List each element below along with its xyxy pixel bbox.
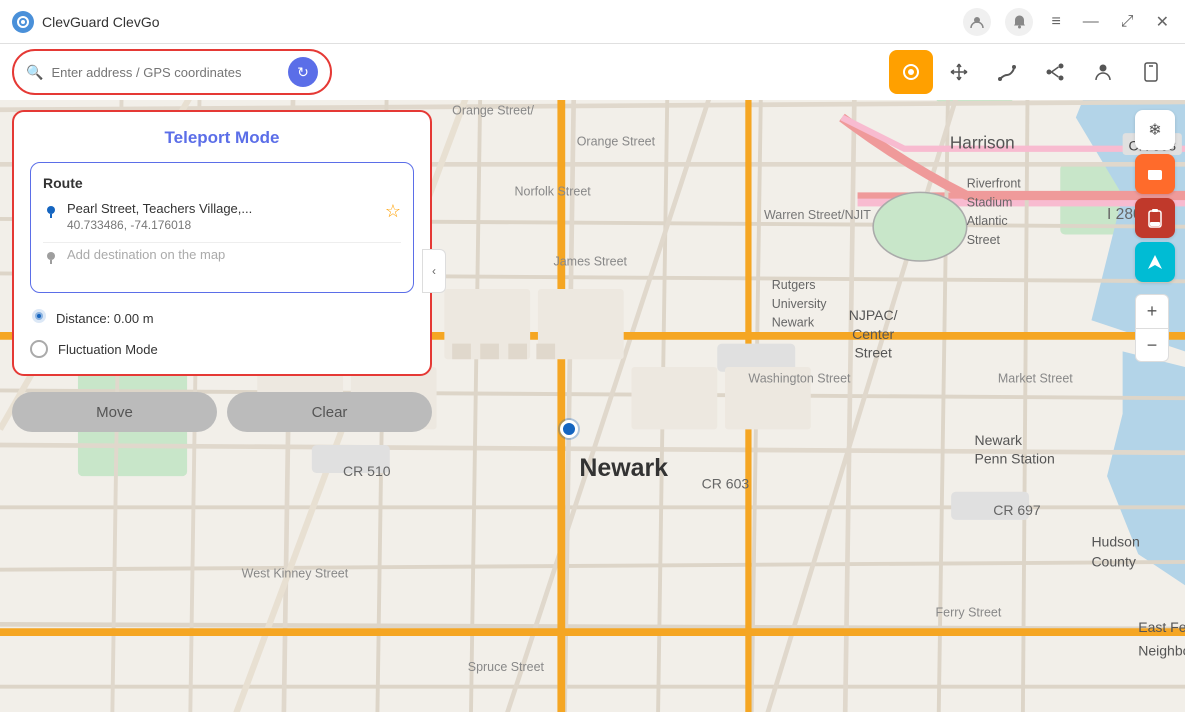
svg-text:Neighbor: Neighbor	[1138, 642, 1185, 658]
origin-address: Pearl Street, Teachers Village,...	[67, 201, 377, 216]
favorite-star[interactable]: ☆	[385, 201, 401, 222]
teleport-title: Teleport Mode	[30, 128, 414, 148]
hamburger-menu[interactable]: ≡	[1047, 11, 1064, 33]
svg-text:East Ferry: East Ferry	[1138, 619, 1185, 635]
distance-row: Distance: 0.00 m	[30, 307, 414, 330]
svg-text:Street: Street	[854, 345, 891, 361]
svg-text:Penn Station: Penn Station	[975, 451, 1055, 467]
navigation-tool[interactable]	[1135, 242, 1175, 282]
distance-text: Distance: 0.00 m	[56, 311, 154, 326]
close-button[interactable]: ✕	[1152, 10, 1173, 34]
fluctuation-checkbox[interactable]	[30, 340, 48, 358]
fluctuation-label: Fluctuation Mode	[58, 342, 158, 357]
svg-text:Riverfront: Riverfront	[967, 177, 1022, 191]
teleport-panel: Teleport Mode Route Pearl Street, Teache…	[12, 110, 432, 376]
left-panel: Teleport Mode Route Pearl Street, Teache…	[12, 110, 432, 432]
move-button[interactable]: Move	[12, 392, 217, 432]
svg-text:Spruce Street: Spruce Street	[468, 660, 545, 674]
person-icon-button[interactable]	[1081, 50, 1125, 94]
origin-text: Pearl Street, Teachers Village,... 40.73…	[67, 201, 377, 232]
teleport-mode-button[interactable]	[889, 50, 933, 94]
svg-text:James Street: James Street	[554, 255, 628, 269]
svg-text:Rutgers: Rutgers	[772, 278, 816, 292]
svg-text:Harrison: Harrison	[950, 133, 1015, 153]
svg-text:CR 603: CR 603	[702, 476, 750, 492]
route-divider	[43, 242, 401, 243]
origin-coords: 40.733486, -74.176018	[67, 218, 377, 232]
zoom-in-button[interactable]: +	[1135, 294, 1169, 328]
destination-pin-icon	[43, 249, 59, 270]
svg-text:Warren Street/NJIT: Warren Street/NJIT	[764, 208, 871, 222]
svg-text:University: University	[772, 297, 827, 311]
refresh-button[interactable]: ↻	[288, 57, 318, 87]
svg-text:Washington Street: Washington Street	[748, 372, 851, 386]
device-icon-button[interactable]	[1129, 50, 1173, 94]
svg-text:CR 697: CR 697	[993, 502, 1041, 518]
titlebar: ClevGuard ClevGo ≡ — ⤢ ✕	[0, 0, 1185, 44]
svg-text:Stadium: Stadium	[967, 195, 1013, 209]
map-area[interactable]: Newark Harrison West Hudson NJPAC/ Cente…	[0, 100, 1185, 712]
svg-text:Orange Street/: Orange Street/	[452, 103, 534, 117]
right-tools: ❄ + −	[1135, 110, 1175, 362]
svg-text:Ferry Street: Ferry Street	[936, 605, 1002, 619]
svg-text:Atlantic: Atlantic	[967, 214, 1008, 228]
notification-bell[interactable]	[1005, 8, 1033, 36]
zoom-controls: + −	[1135, 294, 1175, 362]
svg-text:Norfolk Street: Norfolk Street	[515, 185, 592, 199]
action-buttons: Move Clear	[12, 384, 432, 432]
app-area: 🔍 ↻	[0, 44, 1185, 712]
toolbar-tools	[889, 50, 1173, 94]
move-tool-button[interactable]	[937, 50, 981, 94]
svg-text:Newark: Newark	[975, 432, 1024, 448]
svg-text:Street: Street	[967, 233, 1001, 247]
app-logo	[12, 11, 34, 33]
battery-tool[interactable]	[1135, 198, 1175, 238]
collapse-panel-button[interactable]: ‹	[422, 249, 446, 293]
destination-placeholder: Add destination on the map	[67, 247, 225, 262]
multi-route-button[interactable]	[1033, 50, 1077, 94]
search-bar-wrapper: 🔍 ↻	[12, 49, 332, 95]
svg-text:West Kinney Street: West Kinney Street	[242, 567, 349, 581]
svg-text:Newark: Newark	[579, 454, 668, 482]
svg-text:NJPAC/: NJPAC/	[849, 307, 898, 323]
route-label: Route	[43, 175, 401, 191]
svg-text:Newark: Newark	[772, 315, 815, 329]
toolbar: 🔍 ↻	[0, 44, 1185, 100]
clear-button[interactable]: Clear	[227, 392, 432, 432]
app-title: ClevGuard ClevGo	[42, 14, 963, 30]
search-icon: 🔍	[26, 64, 43, 81]
fluctuation-row: Fluctuation Mode	[30, 340, 414, 358]
svg-text:Center: Center	[852, 326, 894, 342]
svg-text:Hudson: Hudson	[1091, 533, 1139, 549]
svg-text:CR 510: CR 510	[343, 463, 391, 479]
svg-text:Market Street: Market Street	[998, 372, 1073, 386]
titlebar-controls: ≡ — ⤢ ✕	[963, 8, 1173, 36]
user-avatar[interactable]	[963, 8, 991, 36]
folder-tool[interactable]	[1135, 154, 1175, 194]
svg-text:Orange Street: Orange Street	[577, 135, 656, 149]
origin-route-item: Pearl Street, Teachers Village,... 40.73…	[43, 201, 401, 232]
distance-icon	[30, 307, 48, 330]
destination-route-item[interactable]: Add destination on the map	[43, 247, 401, 270]
minimize-button[interactable]: —	[1079, 11, 1103, 33]
snowflake-tool[interactable]: ❄	[1135, 110, 1175, 150]
route-box: Route Pearl Street, Teachers Village,...…	[30, 162, 414, 293]
svg-text:County: County	[1091, 554, 1135, 570]
origin-pin-icon	[43, 203, 59, 224]
search-input[interactable]	[51, 65, 280, 80]
route-mode-button[interactable]	[985, 50, 1029, 94]
zoom-out-button[interactable]: −	[1135, 328, 1169, 362]
current-location-dot	[560, 420, 578, 438]
maximize-button[interactable]: ⤢	[1117, 11, 1138, 33]
